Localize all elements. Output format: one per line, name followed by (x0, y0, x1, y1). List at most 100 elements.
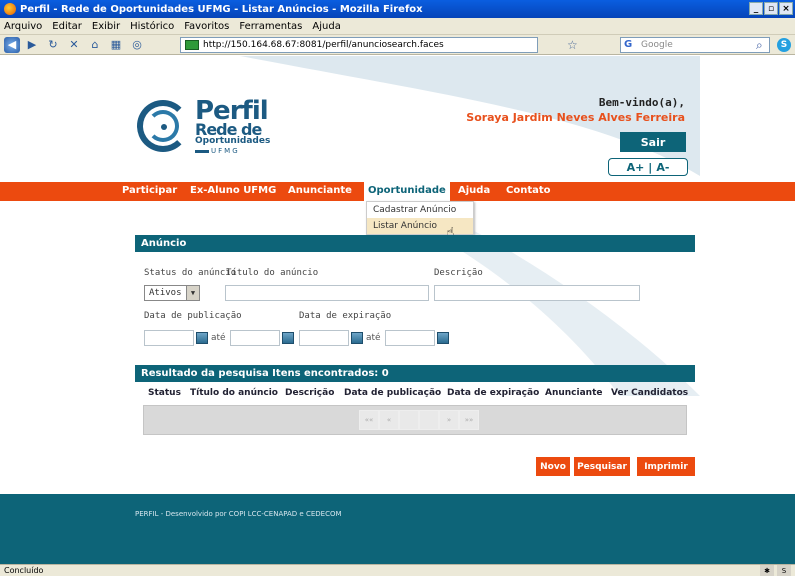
col-anunciante[interactable]: Anunciante (545, 388, 603, 398)
firefox-icon (4, 3, 16, 15)
pager-first[interactable]: «« (359, 410, 379, 430)
perfil-logo[interactable]: Perfil Rede de Oportunidades UFMG (131, 90, 271, 160)
status-icons: ✱ S (760, 565, 791, 576)
print-button[interactable]: Imprimir (637, 457, 695, 476)
font-size-separator: | (648, 160, 653, 174)
menu-arquivo[interactable]: Arquivo (4, 21, 42, 32)
font-size-control: A+ | A- (608, 158, 688, 176)
results-grid: «« « » »» (143, 405, 687, 435)
pager-next[interactable]: » (439, 410, 459, 430)
logo-ufmg: UFMG (211, 147, 240, 155)
col-descricao[interactable]: Descrição (285, 388, 334, 398)
nav-contato[interactable]: Contato (506, 185, 551, 196)
pub-date-to-input[interactable] (230, 330, 280, 346)
minimize-button[interactable]: _ (749, 2, 763, 15)
search-button[interactable]: Pesquisar (574, 457, 630, 476)
col-ver-candidatos[interactable]: Ver Candidatos (611, 388, 688, 398)
stop-icon[interactable]: ✕ (65, 37, 83, 53)
dropdown-listar-anuncio[interactable]: Listar Anúncio (367, 218, 473, 234)
google-icon: G (624, 39, 633, 50)
status-label: Status do anúncio (144, 268, 237, 278)
calendar-icon[interactable] (196, 332, 208, 344)
nav-anunciante[interactable]: Anunciante (288, 185, 352, 196)
ate-label: até (211, 333, 226, 343)
exp-date-label: Data de expiração (299, 311, 392, 321)
logo-dot (161, 124, 167, 130)
calendar-icon[interactable] (351, 332, 363, 344)
menu-favoritos[interactable]: Favoritos (184, 21, 229, 32)
pub-date-label: Data de publicação (144, 311, 242, 321)
addon-icon[interactable]: ✱ (760, 565, 774, 576)
dropdown-cadastrar-anuncio[interactable]: Cadastrar Anúncio (367, 202, 473, 218)
footer-text: PERFIL - Desenvolvido por COPI LCC-CENAP… (135, 510, 342, 518)
nav-ajuda[interactable]: Ajuda (458, 185, 490, 196)
chevron-down-icon: ▼ (186, 286, 199, 300)
status-text: Concluído (4, 566, 44, 575)
title-input[interactable] (225, 285, 429, 301)
pager-prev[interactable]: « (379, 410, 399, 430)
home-icon[interactable]: ⌂ (86, 37, 104, 53)
reload-icon[interactable]: ↻ (44, 37, 62, 53)
menu-exibir[interactable]: Exibir (92, 21, 120, 32)
footer: PERFIL - Desenvolvido por COPI LCC-CENAP… (0, 494, 795, 564)
col-data-publicacao[interactable]: Data de publicação (344, 388, 441, 398)
window-controls: _ ▫ × (749, 2, 793, 15)
ate-label: até (366, 333, 381, 343)
navigation-toolbar: ◀ ▶ ↻ ✕ ⌂ ▦ ◎ http://150.164.68.67:8081/… (0, 35, 795, 55)
pager: «« « » »» (359, 410, 479, 430)
search-input[interactable]: G Google (620, 37, 770, 53)
url-text: http://150.164.68.67:8081/perfil/anuncio… (203, 40, 444, 50)
status-select[interactable]: Ativos ▼ (144, 285, 200, 301)
results-title: Resultado da pesquisa Itens encontrados:… (135, 365, 695, 382)
maximize-button[interactable]: ▫ (764, 2, 778, 15)
nav-oportunidade[interactable]: Oportunidade (364, 182, 450, 201)
pager-slot (399, 410, 419, 430)
close-button[interactable]: × (779, 2, 793, 15)
sync-icon[interactable]: ◎ (128, 37, 146, 53)
bookmark-icon[interactable]: ▦ (107, 37, 125, 53)
exp-date-to-input[interactable] (385, 330, 435, 346)
nav-ex-aluno[interactable]: Ex-Aluno UFMG (190, 185, 276, 196)
welcome-greeting: Bem-vindo(a), (598, 96, 685, 109)
logo-line3: Oportunidades (195, 136, 271, 146)
forward-icon[interactable]: ▶ (23, 37, 41, 53)
menu-editar[interactable]: Editar (52, 21, 82, 32)
user-name: Soraya Jardim Neves Alves Ferreira (466, 111, 685, 124)
window-titlebar: Perfil - Rede de Oportunidades UFMG - Li… (0, 0, 795, 18)
main-nav: Participar Ex-Aluno UFMG Anunciante Opor… (0, 182, 795, 201)
menu-bar: Arquivo Editar Exibir Histórico Favorito… (0, 18, 795, 35)
back-icon[interactable]: ◀ (4, 36, 20, 53)
description-input[interactable] (434, 285, 640, 301)
pub-date-from-input[interactable] (144, 330, 194, 346)
exp-date-from-input[interactable] (299, 330, 349, 346)
skype-icon[interactable]: S (777, 38, 791, 52)
menu-historico[interactable]: Histórico (130, 21, 174, 32)
calendar-icon[interactable] (282, 332, 294, 344)
menu-ferramentas[interactable]: Ferramentas (239, 21, 302, 32)
window-title: Perfil - Rede de Oportunidades UFMG - Li… (20, 3, 423, 15)
nav-participar[interactable]: Participar (122, 185, 177, 196)
search-icon[interactable]: ⌕ (756, 38, 763, 53)
font-increase-button[interactable]: A+ (627, 161, 645, 174)
search-placeholder: Google (641, 40, 673, 50)
menu-ajuda[interactable]: Ajuda (312, 21, 340, 32)
star-icon[interactable]: ☆ (567, 38, 578, 52)
oportunidade-dropdown: Cadastrar Anúncio Listar Anúncio (366, 201, 474, 235)
results-panel: Resultado da pesquisa Itens encontrados:… (135, 365, 695, 435)
font-decrease-button[interactable]: A- (656, 161, 669, 174)
title-label: Título do anúncio (226, 268, 319, 278)
col-titulo[interactable]: Título do anúncio (190, 388, 278, 398)
url-bar[interactable]: http://150.164.68.67:8081/perfil/anuncio… (180, 37, 538, 53)
pager-slot (419, 410, 439, 430)
site-favicon-icon (185, 40, 199, 50)
page-content: Perfil Rede de Oportunidades UFMG Bem-vi… (0, 56, 795, 564)
logout-button[interactable]: Sair (620, 132, 686, 152)
new-button[interactable]: Novo (536, 457, 570, 476)
status-bar: Concluído ✱ S (0, 564, 795, 576)
col-data-expiracao[interactable]: Data de expiração (447, 388, 539, 398)
skype-status-icon[interactable]: S (777, 565, 791, 576)
description-label: Descrição (434, 268, 483, 278)
calendar-icon[interactable] (437, 332, 449, 344)
pager-last[interactable]: »» (459, 410, 479, 430)
col-status[interactable]: Status (148, 388, 181, 398)
